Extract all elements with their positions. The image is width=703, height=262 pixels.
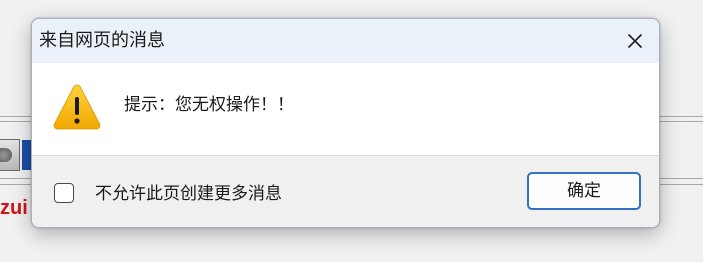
suppress-messages-checkbox[interactable] bbox=[54, 183, 74, 203]
warning-icon bbox=[53, 84, 101, 130]
dialog-footer: 不允许此页创建更多消息 确定 bbox=[32, 155, 659, 227]
close-icon bbox=[628, 34, 642, 48]
background-text: zui bbox=[0, 197, 28, 219]
ok-button[interactable]: 确定 bbox=[527, 172, 641, 210]
suppress-messages-label[interactable]: 不允许此页创建更多消息 bbox=[95, 183, 282, 205]
alert-dialog: 来自网页的消息 提示：您无权操作！！ 不允许此页创建更多消息 确定 bbox=[31, 18, 660, 228]
dialog-title: 来自网页的消息 bbox=[39, 30, 165, 51]
close-button[interactable] bbox=[625, 31, 645, 51]
dialog-titlebar: 来自网页的消息 bbox=[32, 19, 659, 63]
background-image bbox=[0, 139, 20, 171]
dialog-body: 提示：您无权操作！！ bbox=[32, 63, 659, 155]
dialog-message: 提示：您无权操作！！ bbox=[124, 95, 294, 115]
